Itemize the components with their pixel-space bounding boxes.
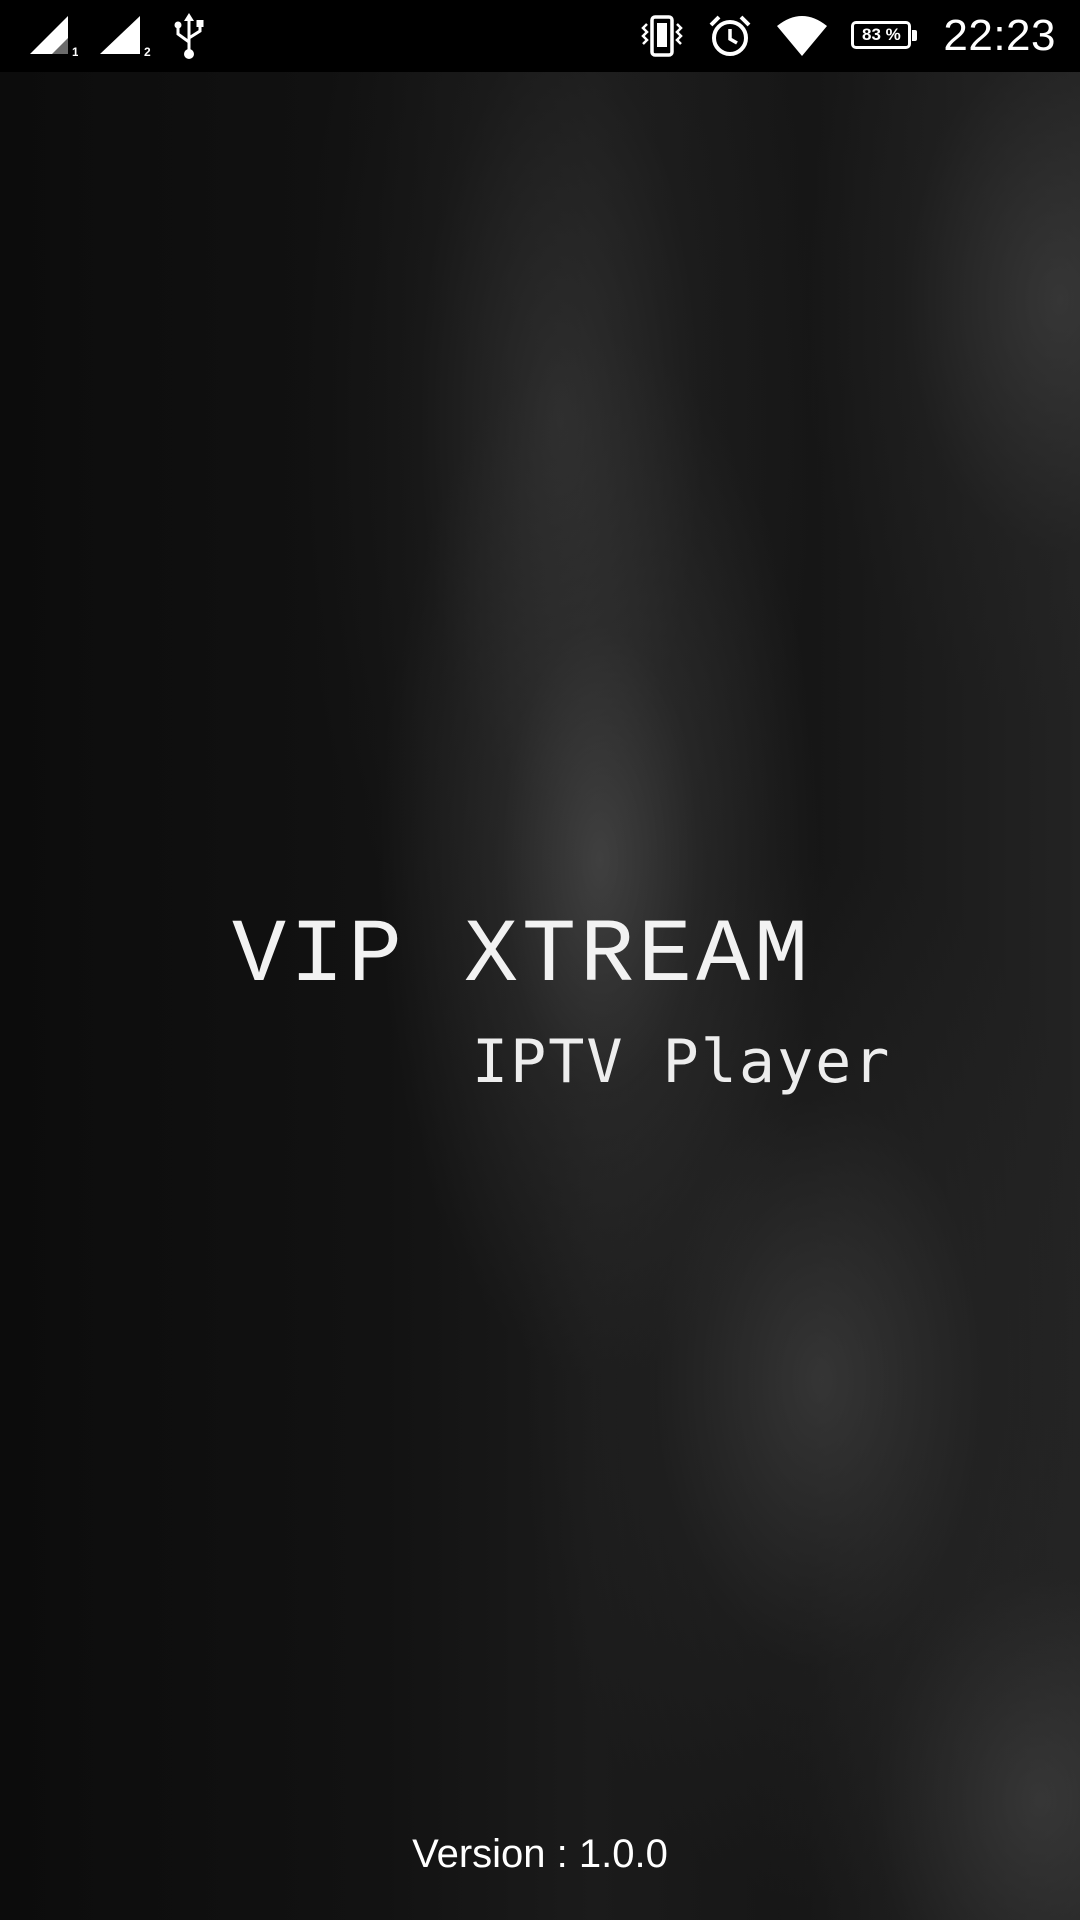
battery-icon: 83 % — [851, 0, 918, 72]
sim1-label: 1 — [72, 45, 78, 58]
sim2-label: 2 — [144, 45, 151, 58]
alarm-icon — [707, 0, 753, 72]
status-bar: 1 2 83 % 22:23 — [0, 0, 1080, 72]
usb-icon — [172, 0, 206, 72]
wifi-icon — [775, 0, 829, 72]
signal-sim2-icon: 2 — [98, 0, 152, 72]
signal-sim1-icon: 1 — [28, 0, 78, 72]
battery-tip — [912, 30, 918, 41]
app-subtitle: IPTV Player — [472, 1027, 892, 1097]
status-right-group: 83 % 22:23 — [617, 0, 1056, 72]
status-clock: 22:23 — [943, 11, 1056, 60]
battery-percent: 83 % — [851, 21, 912, 49]
app-title: VIP XTREAM — [232, 906, 813, 1008]
splash-screen: 1 2 83 % 22:23 VIP XTREAM IPTV Player Ve… — [0, 0, 1080, 1920]
vibrate-icon — [639, 0, 685, 72]
battery-indicator: 83 % — [851, 21, 918, 51]
status-left-group: 1 2 — [28, 0, 226, 72]
version-label: Version : 1.0.0 — [412, 1832, 668, 1876]
